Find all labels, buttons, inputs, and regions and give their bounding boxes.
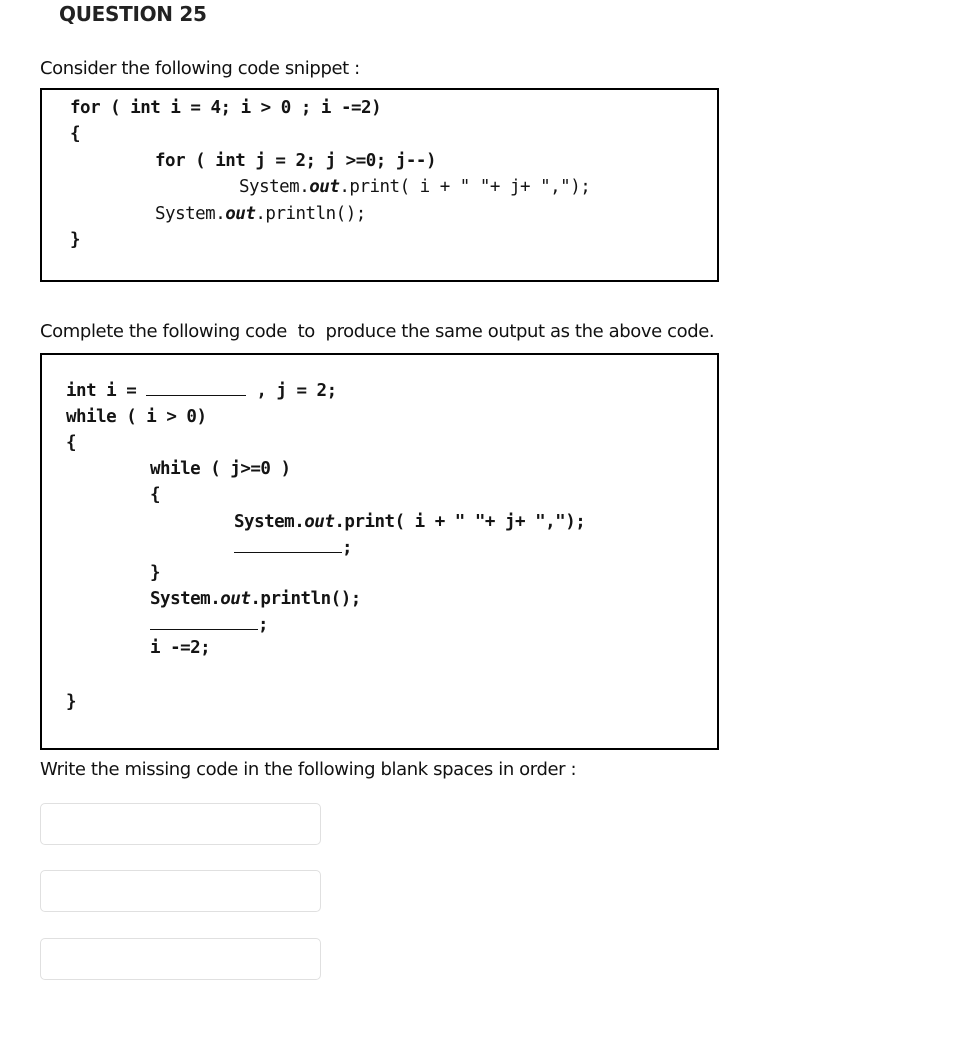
code-line-println: System.out.println();	[150, 589, 361, 609]
code-text-italic: out	[304, 512, 335, 532]
code-line-for-i: for ( int i = 4; i > 0 ; i -=2)	[70, 98, 382, 118]
code-text: System.	[155, 204, 226, 224]
code-line-while-j: while ( j>=0 )	[150, 459, 291, 479]
code-text: .println();	[255, 204, 366, 224]
code-text: System.	[239, 177, 310, 197]
blank-3	[150, 615, 258, 630]
blank-1	[146, 381, 247, 396]
code-text: , j = 2;	[246, 381, 337, 401]
code-text: .print( i + " "+ j+ ",");	[339, 177, 591, 197]
code-line-open-brace: {	[66, 433, 77, 453]
code-line-int-i: int i = , j = 2;	[66, 381, 337, 401]
code-line-inner-open-brace: {	[150, 485, 161, 505]
code-text: int i =	[66, 381, 147, 401]
code-line-println: System.out.println();	[155, 204, 366, 224]
code-text: ;	[258, 615, 269, 635]
code-line-close-brace: }	[70, 230, 81, 250]
code-text: .print( i + " "+ j+ ",");	[334, 512, 586, 532]
code-text: for ( int i = 4; i > 0 ; i -=2)	[70, 98, 382, 118]
code-line-open-brace: {	[70, 124, 81, 144]
original-code-box: for ( int i = 4; i > 0 ; i -=2) { for ( …	[40, 88, 719, 282]
question-title: QUESTION 25	[59, 2, 207, 26]
code-line-print: System.out.print( i + " "+ j+ ",");	[239, 177, 591, 197]
incomplete-code-box: int i = , j = 2; while ( i > 0) { while …	[40, 353, 719, 750]
code-line-blank-2: ;	[234, 538, 353, 558]
answer-input-2[interactable]	[40, 870, 321, 912]
code-text-italic: out	[309, 177, 340, 197]
code-line-inner-close-brace: }	[150, 563, 161, 583]
blank-2	[234, 538, 342, 553]
code-line-while-i: while ( i > 0)	[66, 407, 207, 427]
code-text: .println();	[250, 589, 361, 609]
answer-input-1[interactable]	[40, 803, 321, 845]
code-text: ;	[342, 538, 353, 558]
answer-prompt: Write the missing code in the following …	[40, 759, 577, 780]
answer-input-3[interactable]	[40, 938, 321, 980]
code-text: System.	[150, 589, 221, 609]
code-text: System.	[234, 512, 305, 532]
code-line-blank-3: ;	[150, 615, 269, 635]
code-line-print: System.out.print( i + " "+ j+ ",");	[234, 512, 586, 532]
code-text-italic: out	[220, 589, 251, 609]
instruction-text: Complete the following code to produce t…	[40, 321, 715, 342]
code-line-close-brace: }	[66, 692, 77, 712]
code-line-for-j: for ( int j = 2; j >=0; j--)	[155, 151, 437, 171]
code-line-decrement-i: i -=2;	[150, 638, 211, 658]
code-text-italic: out	[225, 204, 256, 224]
intro-text: Consider the following code snippet :	[40, 58, 360, 79]
